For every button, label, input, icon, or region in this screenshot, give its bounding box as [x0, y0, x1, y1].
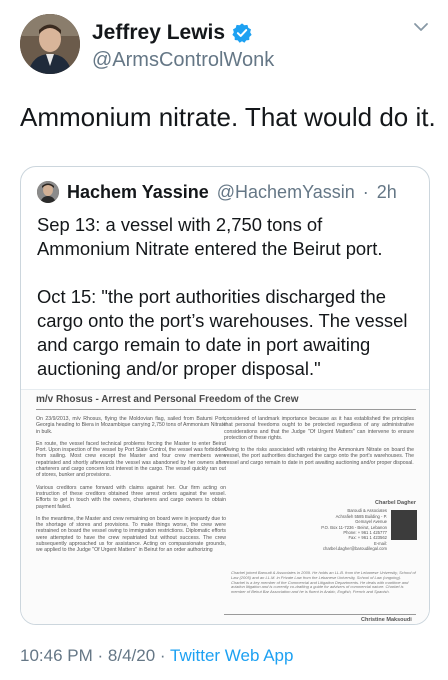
quoted-author-name: Hachem Yassine: [67, 181, 209, 202]
document-left-column: On 23/9/2013, m/v Rhosus, flying the Mol…: [36, 416, 226, 560]
quoted-text-line: auctioning and/or proper disposal.": [37, 358, 321, 379]
meta-separator: ·: [97, 646, 104, 665]
tweet-time[interactable]: 10:46 PM: [20, 646, 93, 665]
author-info: Jeffrey Lewis @ArmsControlWonk: [92, 21, 274, 72]
quoted-text-line: and cargo remain to date in port awaitin…: [37, 334, 371, 355]
document-paragraph: En route, the vessel faced technical pro…: [36, 440, 226, 479]
quoted-separator: ·: [362, 181, 369, 202]
tweet-date[interactable]: 8/4/20: [108, 646, 155, 665]
contact-details: Baroudi & Associates Achrafieh 5585 Buil…: [321, 508, 387, 551]
quoted-paragraph-2: Oct 15: "the port authorities discharged…: [37, 285, 421, 381]
quoted-tweet-header: Hachem Yassine @HachemYassin · 2h: [37, 181, 397, 203]
tweet-text: Ammonium nitrate. That would do it.: [20, 102, 436, 132]
document-title: m/v Rhosus - Arrest and Personal Freedom…: [36, 394, 299, 405]
contact-name: Charbel Dagher: [375, 500, 416, 506]
quoted-text-line: Ammonium Nitrate entered the Beirut port…: [37, 238, 383, 259]
contact-line: E-mail: charbel.dagher@baroudilegal.com: [322, 540, 387, 552]
attached-document-image[interactable]: m/v Rhosus - Arrest and Personal Freedom…: [21, 389, 429, 624]
document-divider: [224, 614, 416, 615]
quoted-tweet-age: 2h: [376, 181, 397, 202]
meta-separator: ·: [159, 646, 166, 665]
avatar-photo-icon: [20, 14, 80, 74]
author-avatar[interactable]: [20, 14, 80, 74]
contact-name: Christine Maksoudi: [361, 617, 412, 623]
tweet-metadata: 10:46 PM · 8/4/20 · Twitter Web App: [20, 646, 293, 666]
quoted-text-line: cargo onto the port’s warehouses. The ve…: [37, 310, 408, 331]
quoted-text-line: Sep 13: a vessel with 2,750 tons of: [37, 214, 323, 235]
quoted-text-line: Oct 15: "the port authorities discharged…: [37, 286, 387, 307]
document-paragraph: On 23/9/2013, m/v Rhosus, flying the Mol…: [36, 416, 226, 435]
document-right-column: considered of landmark importance becaus…: [224, 416, 414, 472]
quoted-author-avatar: [37, 181, 59, 203]
tweet-header: Jeffrey Lewis @ArmsControlWonk: [20, 14, 430, 76]
quoted-tweet-text: Sep 13: a vessel with 2,750 tons of Ammo…: [37, 213, 421, 381]
author-contact-card: Charbel Dagher Baroudi & Associates Achr…: [321, 500, 416, 552]
author-bio: Charbel joined Baroudi & Associates in 2…: [231, 570, 416, 595]
quoted-author-handle: @HachemYassin: [216, 181, 355, 202]
chevron-down-icon[interactable]: [412, 18, 430, 36]
quoted-paragraph-1: Sep 13: a vessel with 2,750 tons of Ammo…: [37, 213, 421, 261]
document-divider: [36, 409, 416, 410]
quoted-avatar-photo-icon: [37, 181, 59, 203]
document-paragraph: Various creditors came forward with clai…: [36, 484, 226, 510]
document-paragraph: considered of landmark importance becaus…: [224, 416, 414, 441]
verified-badge-icon: [232, 23, 252, 43]
author-name[interactable]: Jeffrey Lewis: [92, 21, 225, 45]
quoted-tweet[interactable]: Hachem Yassine @HachemYassin · 2h Sep 13: …: [20, 166, 430, 625]
author-handle[interactable]: @ArmsControlWonk: [92, 49, 274, 72]
tweet-source-link[interactable]: Twitter Web App: [170, 646, 293, 665]
document-paragraph: Owing to the risks associated with retai…: [224, 447, 414, 466]
document-paragraph: In the meantime, the Master and crew rem…: [36, 515, 226, 554]
contact-line: Achrafieh 5585 Building - P. Gemayel Ave…: [335, 513, 387, 525]
